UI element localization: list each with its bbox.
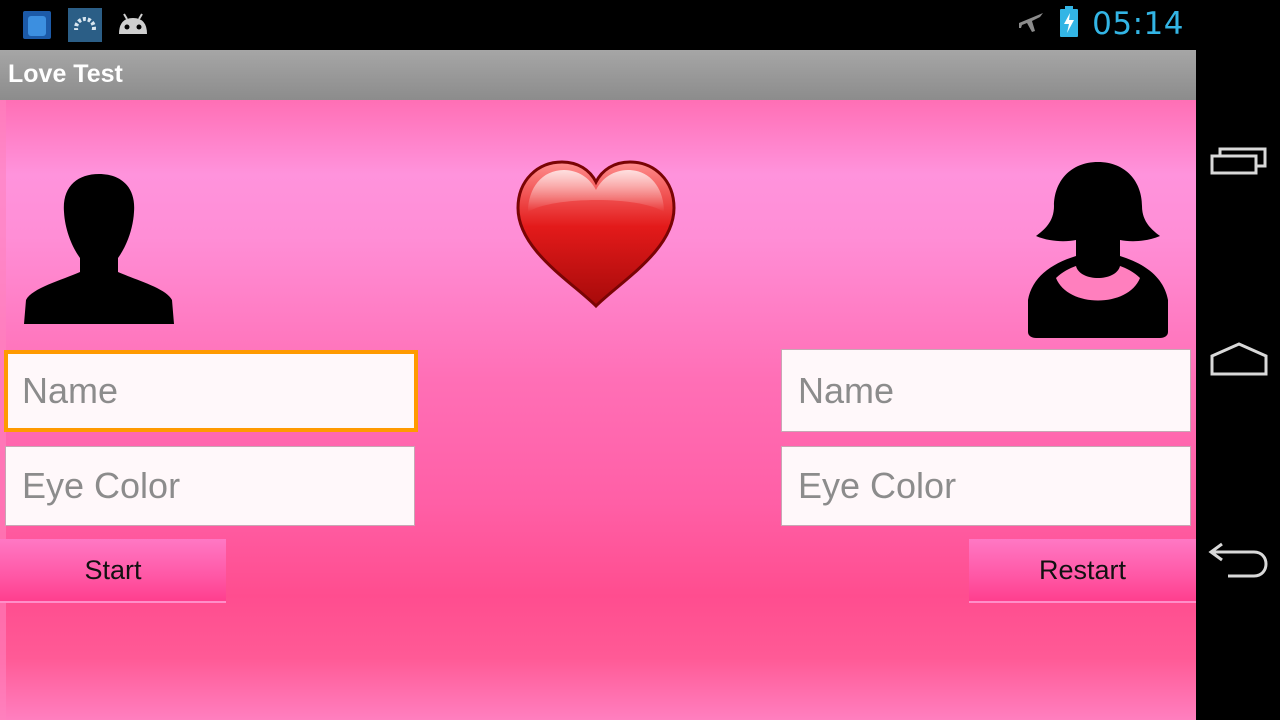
recent-apps-icon [1210,146,1268,176]
home-button[interactable] [1210,334,1268,384]
right-eye-color-input[interactable] [781,446,1191,526]
left-eye-color-input[interactable] [5,446,415,526]
heart-icon [512,158,680,314]
navigation-bar [1196,0,1280,720]
notification-icons [20,8,150,42]
system-status: 05:14 [1016,6,1184,42]
right-name-input[interactable] [781,349,1191,432]
main-content: Start Restart [0,100,1196,720]
home-icon [1210,342,1268,376]
start-button[interactable]: Start [0,539,226,603]
settings-notification-icon [68,8,102,42]
app-title: Love Test [8,60,123,88]
action-bar: Love Test [0,50,1196,100]
female-silhouette-icon [1026,160,1170,342]
airplane-mode-icon [1016,7,1046,41]
battery-charging-icon [1058,6,1080,42]
status-bar: 05:14 [0,0,1196,50]
app-notification-icon [20,8,54,42]
android-notification-icon [116,8,150,42]
clock: 05:14 [1092,6,1184,42]
back-icon [1208,538,1270,578]
restart-button[interactable]: Restart [969,539,1196,603]
recent-apps-button[interactable] [1210,136,1268,186]
male-silhouette-icon [22,172,176,328]
left-name-input[interactable] [4,350,418,432]
back-button[interactable] [1208,533,1270,583]
